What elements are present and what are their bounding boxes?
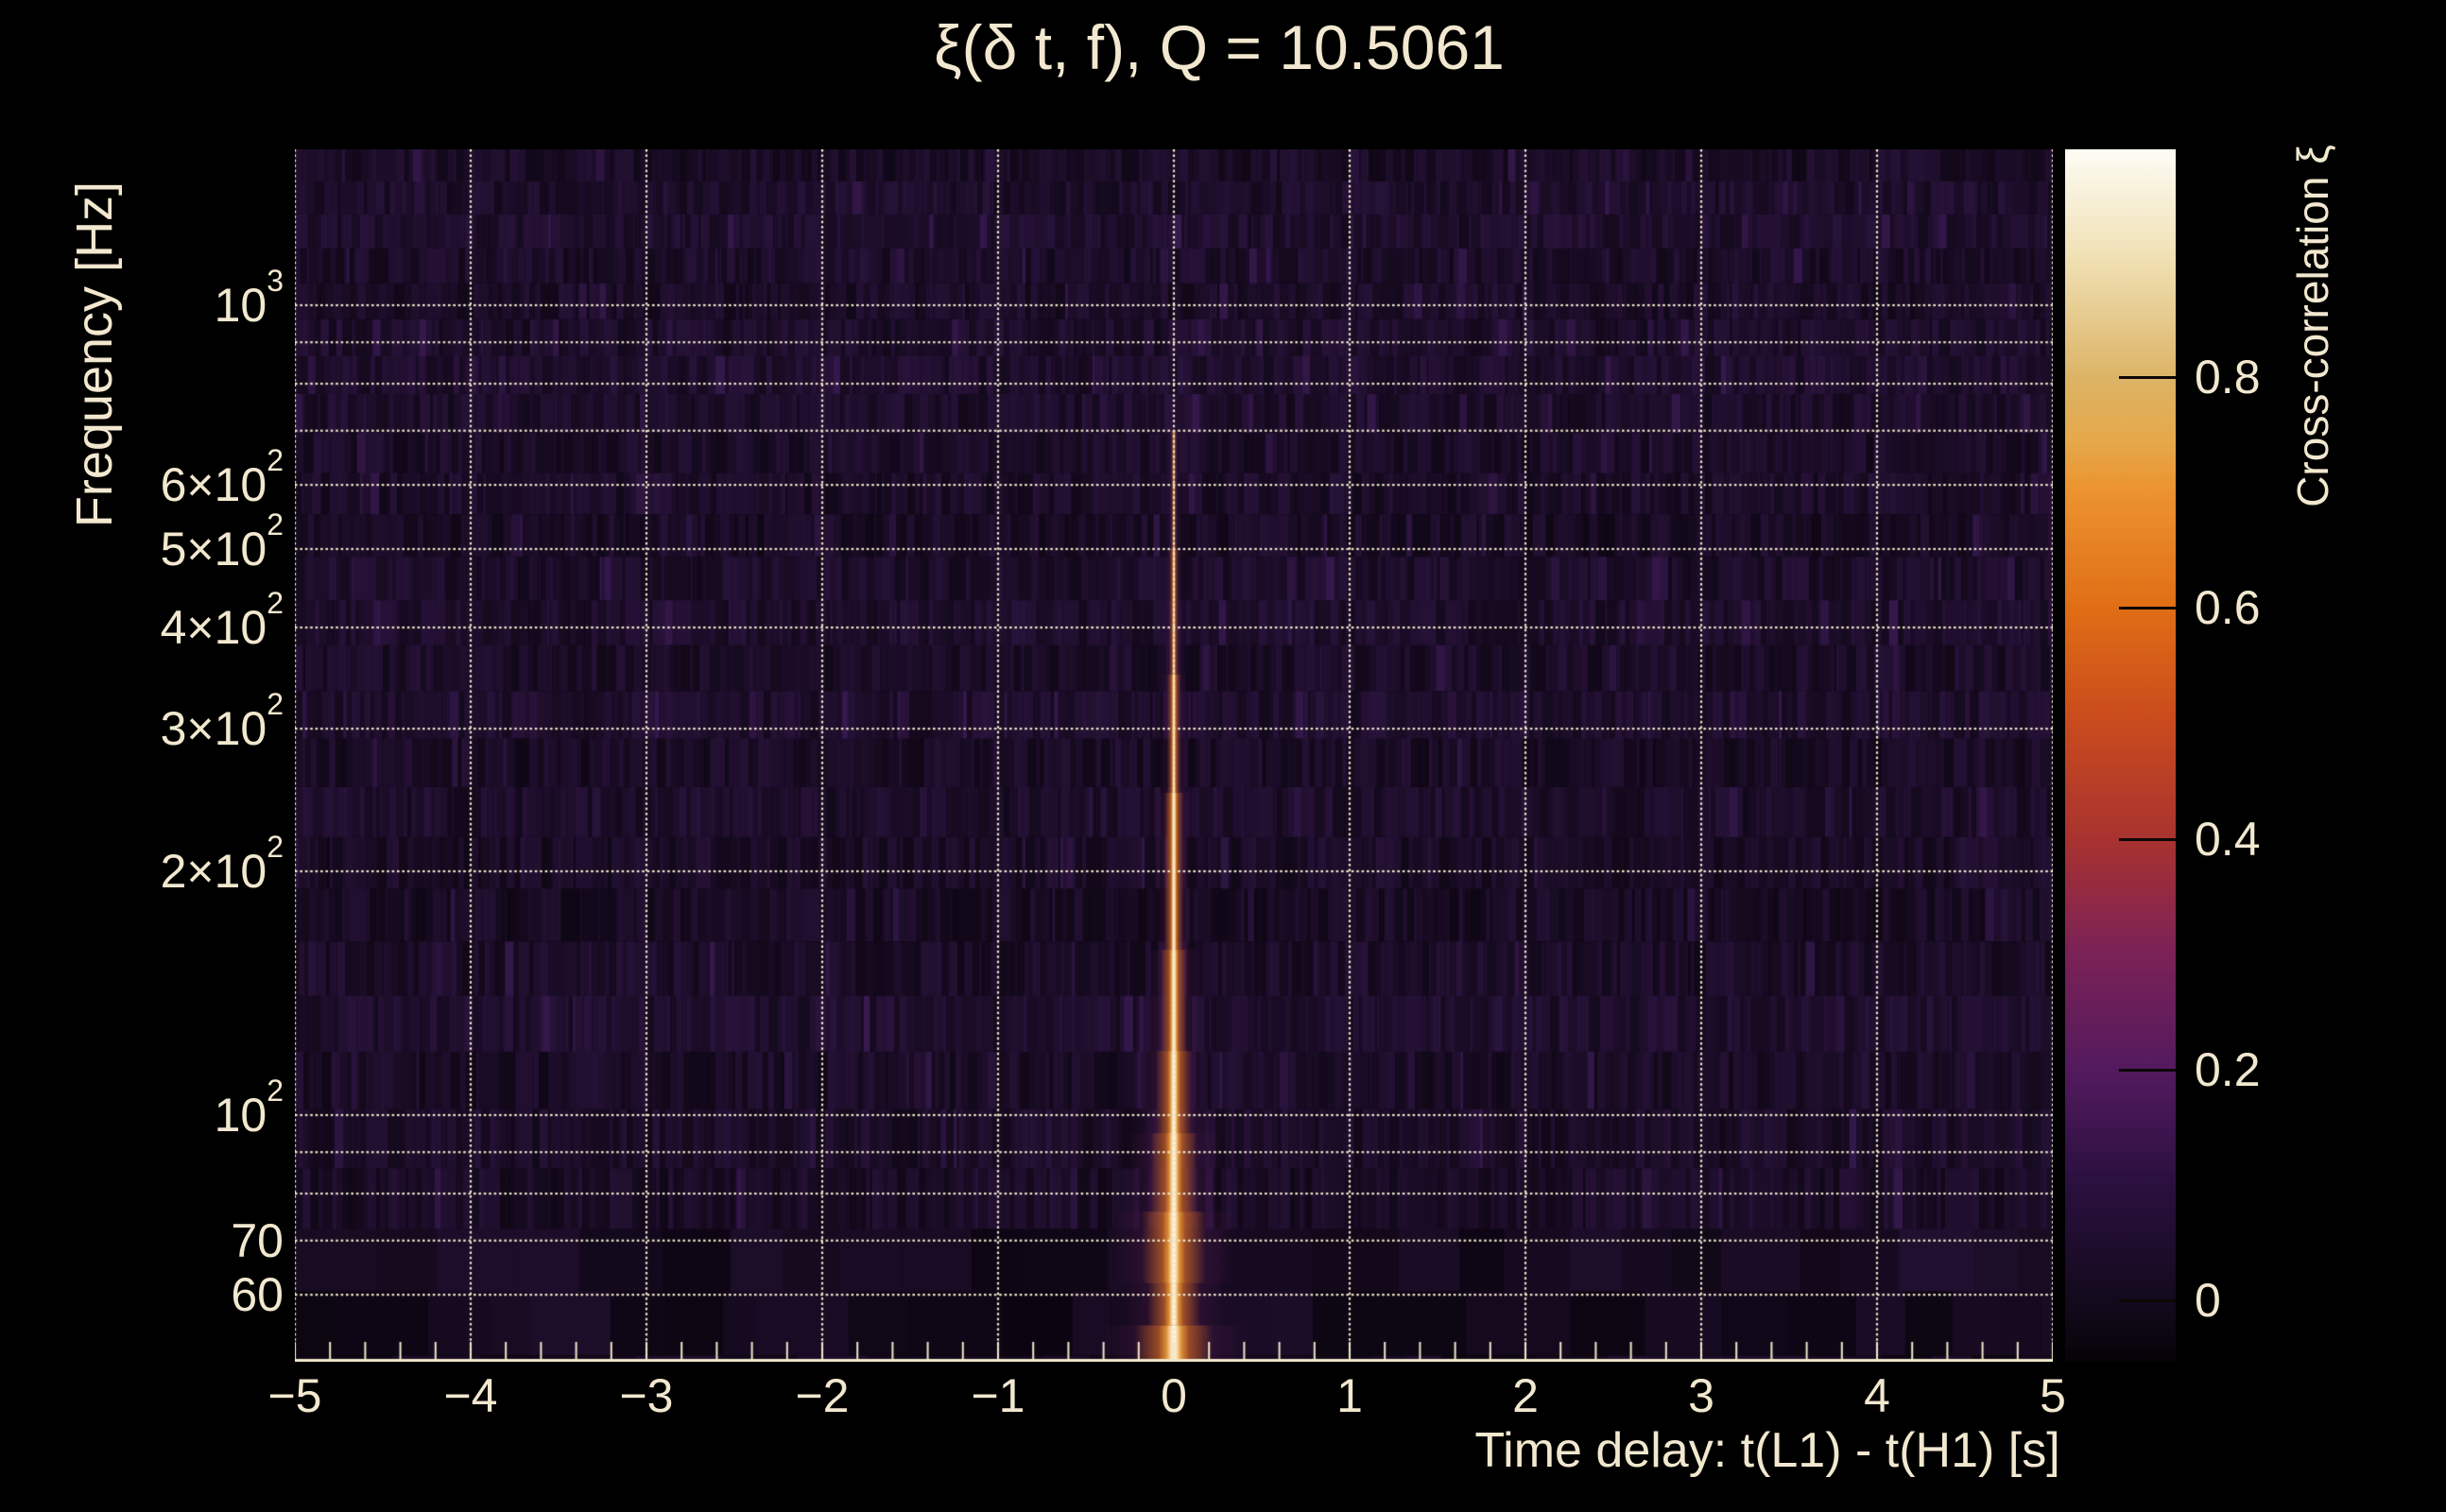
- y-tick-label-300: 3×102: [160, 687, 284, 756]
- x-tick-label--2: −2: [795, 1369, 850, 1422]
- colorbar-tick-0.8: [2119, 376, 2176, 380]
- page-title: ξ(δ t, f), Q = 10.5061: [934, 12, 1505, 82]
- colorbar-tick-0.2: [2119, 1068, 2176, 1072]
- colorbar-tick-label-0.2: 0.2: [2195, 1042, 2261, 1096]
- x-tick-label--4: −4: [443, 1369, 498, 1422]
- x-tick-label-0: 0: [1161, 1369, 1187, 1422]
- x-tick-label-4: 4: [1864, 1369, 1890, 1422]
- colorbar-tick-label-0.4: 0.4: [2195, 812, 2261, 866]
- colorbar-gradient: [2065, 149, 2176, 1362]
- y-tick-label-1000: 103: [214, 263, 284, 332]
- x-tick-label--3: −3: [619, 1369, 674, 1422]
- y-tick-label-200: 2×102: [160, 829, 284, 899]
- y-tick-label-100: 102: [214, 1073, 284, 1142]
- colorbar-tick-0.4: [2119, 837, 2176, 841]
- x-tick-label--5: −5: [267, 1369, 322, 1422]
- y-tick-label-60: 60: [231, 1268, 284, 1322]
- colorbar-title: Cross-correlation ξ: [2288, 145, 2337, 507]
- colorbar-tick-0: [2119, 1299, 2176, 1302]
- colorbar-tick-label-0: 0: [2195, 1274, 2221, 1327]
- y-tick-label-600: 6×102: [160, 443, 284, 512]
- x-tick-label--1: −1: [971, 1369, 1025, 1422]
- y-tick-label-400: 4×102: [160, 585, 284, 655]
- x-tick-label-3: 3: [1688, 1369, 1714, 1422]
- x-tick-label-2: 2: [1512, 1369, 1539, 1422]
- colorbar-tick-0.6: [2119, 607, 2176, 610]
- x-tick-label-1: 1: [1336, 1369, 1363, 1422]
- x-axis-title: Time delay: t(L1) - t(H1) [s]: [1474, 1423, 2060, 1478]
- y-tick-label-500: 5×102: [160, 507, 284, 576]
- y-tick-label-70: 70: [231, 1213, 284, 1267]
- x-tick-label-5: 5: [2040, 1369, 2066, 1422]
- correlation-heatmap: [295, 149, 2053, 1362]
- colorbar-tick-label-0.6: 0.6: [2195, 581, 2261, 635]
